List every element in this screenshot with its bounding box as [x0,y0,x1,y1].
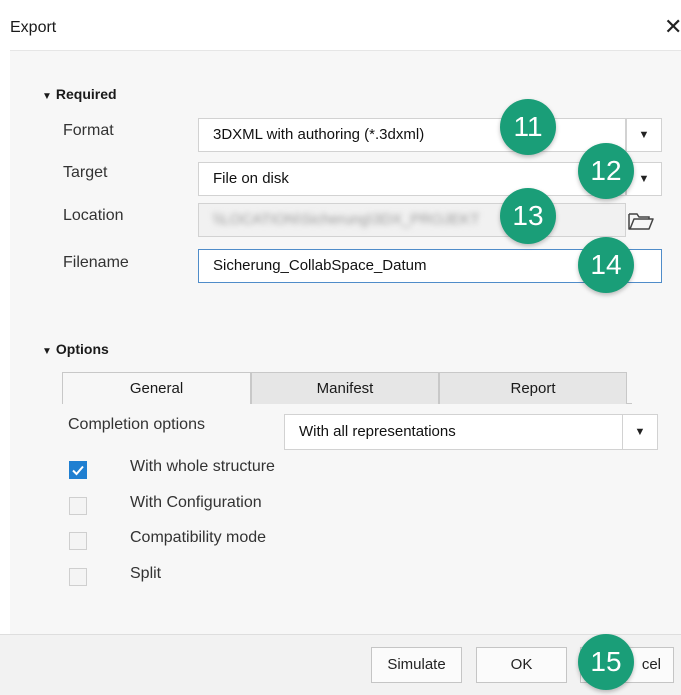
tab-general[interactable]: General [62,372,251,404]
target-label: Target [63,164,108,181]
collapse-triangle-icon: ▼ [42,346,52,357]
annotation-badge-14: 14 [578,237,634,293]
target-select[interactable]: File on disk [198,162,626,196]
location-label: Location [63,207,124,224]
options-heading: Options [55,341,109,357]
ok-button[interactable]: OK [476,647,567,683]
required-heading: Required [55,86,117,102]
split-checkbox[interactable] [69,568,87,586]
split-label: Split [130,565,162,582]
annotation-badge-11: 11 [500,99,556,155]
format-select[interactable]: 3DXML with authoring (*.3dxml) [198,118,626,152]
format-label: Format [63,122,114,139]
with-configuration-label: With Configuration [130,494,262,511]
chevron-down-icon[interactable]: ▼ [626,118,662,152]
compatibility-mode-label: Compatibility mode [130,529,267,546]
location-field[interactable]: \\LOCATION\Sicherung\3DX_PROJEKT [198,203,626,237]
checkmark-icon [72,465,84,476]
options-section-header[interactable]: ▼ Options [42,341,109,357]
compatibility-mode-checkbox[interactable] [69,532,87,550]
annotation-badge-15: 15 [578,634,634,690]
with-whole-structure-label: With whole structure [130,458,275,475]
location-value: \\LOCATION\Sicherung\3DX_PROJEKT [213,211,480,228]
annotation-badge-12: 12 [578,143,634,199]
simulate-button[interactable]: Simulate [371,647,462,683]
window-title: Export [10,19,57,36]
filename-label: Filename [63,254,129,271]
with-whole-structure-checkbox[interactable] [69,461,87,479]
completion-options-label: Completion options [68,416,205,433]
collapse-triangle-icon: ▼ [42,91,52,102]
tab-manifest[interactable]: Manifest [251,372,439,404]
title-bar [0,0,681,50]
close-icon[interactable]: ✕ [664,14,681,40]
required-section-header[interactable]: ▼ Required [42,86,117,102]
completion-options-select[interactable]: With all representations [284,414,624,450]
folder-icon[interactable] [627,210,655,237]
tab-report[interactable]: Report [439,372,627,404]
with-configuration-checkbox[interactable] [69,497,87,515]
annotation-badge-13: 13 [500,188,556,244]
chevron-down-icon[interactable]: ▼ [622,414,658,450]
